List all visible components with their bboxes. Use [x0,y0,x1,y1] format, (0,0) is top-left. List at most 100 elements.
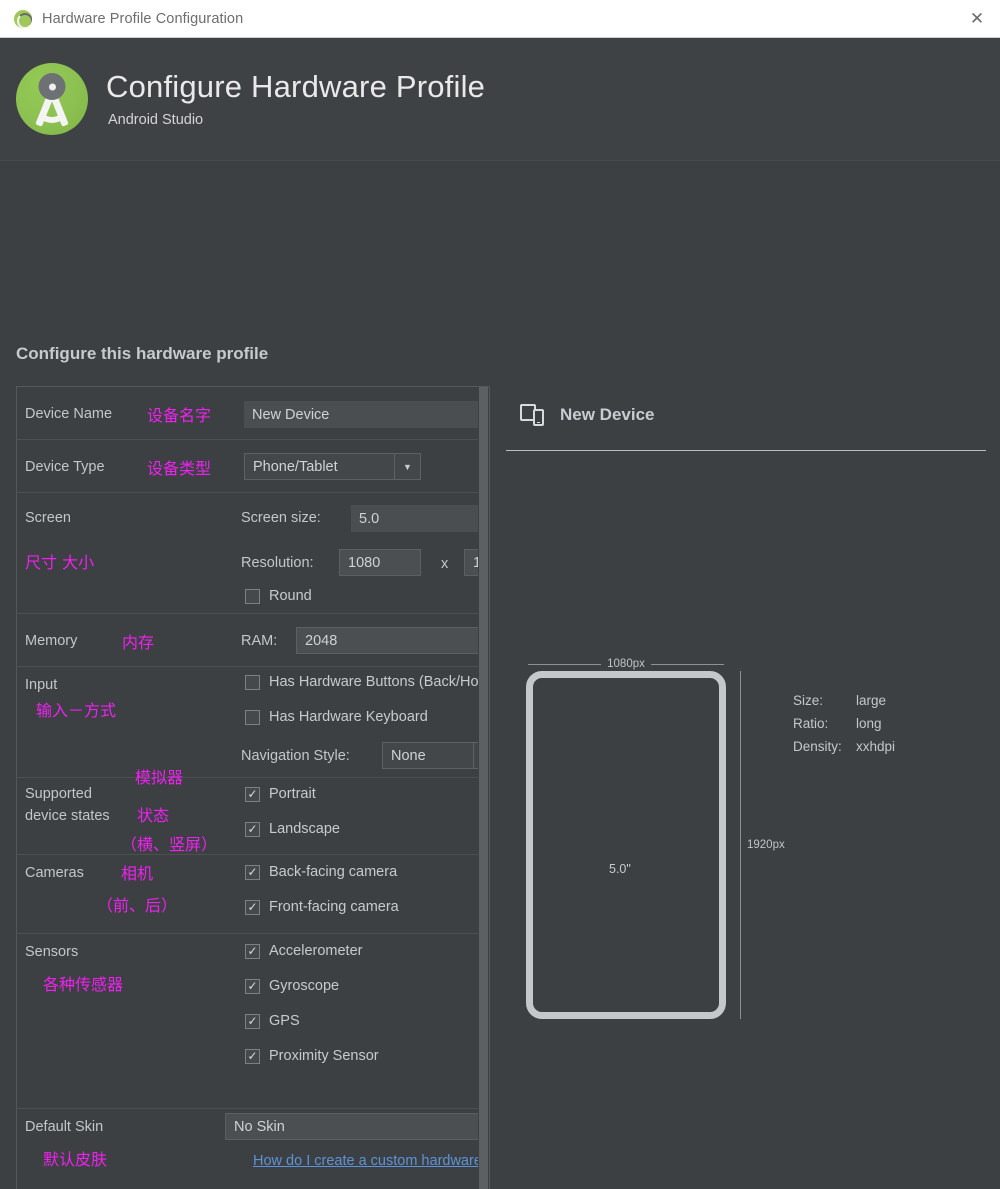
ram-label: RAM: [241,633,278,649]
row-screen: Screen 尺寸 大小 Screen size: 5.0 Resolution… [17,493,489,614]
hardware-profile-form: Device Name 设备名字 New Device Device Type … [16,386,490,1189]
hardware-buttons-label: Has Hardware Buttons (Back/Hom [269,674,490,690]
input-label: Input [25,677,58,693]
device-name-input[interactable]: New Device [244,401,489,428]
sensor-label: Proximity Sensor [269,1048,379,1064]
device-states-label-line1: Supported [25,786,92,802]
android-studio-logo [16,63,88,135]
spec-row: Ratio: long [793,712,895,735]
annotation-memory: 内存 [122,633,155,652]
portrait-checkbox[interactable]: ✓ Portrait [245,786,316,802]
checkbox-box: ✓ [245,1048,260,1064]
checkbox-box: ✓ [245,821,260,837]
page-title: Configure Hardware Profile [106,68,486,104]
default-skin-label: Default Skin [25,1119,104,1135]
resolution-label: Resolution: [241,555,314,571]
device-outline: 5.0" [526,671,726,1019]
device-height-value: 1920px [747,839,785,851]
portrait-label: Portrait [269,786,316,802]
hardware-keyboard-label: Has Hardware Keyboard [269,709,428,725]
proximity-sensor-checkbox[interactable]: ✓ Proximity Sensor [245,1048,379,1064]
annotation-cameras-1: 相机 [121,864,154,883]
resolution-width-input[interactable]: 1080 [339,549,421,576]
navigation-style-select[interactable]: None ▼ [382,742,489,769]
sensor-label: Accelerometer [269,943,363,959]
front-camera-checkbox[interactable]: ✓ Front-facing camera [245,899,399,915]
row-input: Input 输入－方式 ✓ Has Hardware Buttons (Back… [17,667,489,778]
annotation-input: 输入－方式 [36,701,117,720]
annotation-sensors: 各种传感器 [43,975,124,994]
scrollbar-thumb[interactable] [479,387,488,1189]
default-skin-select[interactable]: No Skin [225,1113,489,1140]
checkbox-box: ✓ [245,709,260,725]
landscape-checkbox[interactable]: ✓ Landscape [245,821,340,837]
device-diagonal-value: 5.0" [605,861,635,877]
checkbox-box: ✓ [245,864,260,880]
device-height-dimension: 1920px [740,671,785,1019]
checkbox-box: ✓ [245,588,260,604]
screen-size-input[interactable]: 5.0 [351,505,489,532]
device-type-select[interactable]: Phone/Tablet ▼ [244,453,421,480]
accelerometer-checkbox[interactable]: ✓ Accelerometer [245,943,362,959]
spec-row: Size: large [793,689,895,712]
custom-hardware-skin-link[interactable]: How do I create a custom hardware s [253,1153,489,1169]
row-device-states: Supported device states 模拟器 状态 （横、竖屏） ✓ … [17,768,489,855]
spec-row: Density: xxhdpi [793,735,895,758]
screen-size-value: 5.0 [359,510,380,527]
preview-divider [506,450,986,451]
annotation-device-states-2: 状态 [137,806,170,825]
page-subtitle: Android Studio [108,112,204,129]
checkbox-box: ✓ [245,674,260,690]
navigation-style-value: None [391,747,426,764]
row-device-type: Device Type 设备类型 Phone/Tablet ▼ [17,440,489,493]
hardware-buttons-checkbox[interactable]: ✓ Has Hardware Buttons (Back/Hom [245,674,490,690]
sensor-label: GPS [269,1013,300,1029]
annotation-device-name: 设备名字 [147,406,212,425]
form-vertical-scrollbar[interactable] [478,387,489,1189]
navigation-style-label: Navigation Style: [241,748,350,764]
annotation-default-skin: 默认皮肤 [43,1150,108,1169]
checkbox-box: ✓ [245,943,260,959]
back-camera-checkbox[interactable]: ✓ Back-facing camera [245,864,397,880]
preview-device-name: New Device [560,405,655,424]
resolution-width-value: 1080 [348,554,381,571]
row-memory: Memory 内存 RAM: 2048 [17,614,489,667]
dialog-banner: Configure Hardware Profile Android Studi… [0,38,1000,161]
device-name-value: New Device [252,406,330,423]
ram-input[interactable]: 2048 [296,627,485,654]
annotation-device-states-1: 模拟器 [135,768,184,787]
android-studio-icon [14,9,32,28]
annotation-cameras-2: （前、后） [97,896,178,915]
section-heading: Configure this hardware profile [16,344,269,363]
chevron-down-icon[interactable]: ▼ [394,454,420,479]
window-title: Hardware Profile Configuration [42,10,244,27]
spec-key: Ratio: [793,716,829,731]
round-label: Round [269,588,312,604]
hardware-keyboard-checkbox[interactable]: ✓ Has Hardware Keyboard [245,709,428,725]
screen-label: Screen [25,510,71,526]
row-default-skin: Default Skin 默认皮肤 No Skin How do I creat… [17,1109,489,1189]
cameras-label: Cameras [25,865,84,881]
front-camera-label: Front-facing camera [269,899,399,915]
memory-label: Memory [25,633,78,649]
checkbox-box: ✓ [245,786,260,802]
dialog-body: Configure this hardware profile Device N… [0,161,1000,1189]
back-camera-label: Back-facing camera [269,864,398,880]
gyroscope-checkbox[interactable]: ✓ Gyroscope [245,978,339,994]
device-type-value: Phone/Tablet [253,458,338,475]
close-icon[interactable]: ✕ [954,0,1000,37]
screen-size-label: Screen size: [241,510,321,526]
annotation-device-type: 设备类型 [147,459,212,478]
device-type-label: Device Type [25,459,105,475]
default-skin-value: No Skin [234,1118,285,1135]
spec-value: xxhdpi [856,739,896,754]
preview-header: New Device [520,404,655,426]
gps-checkbox[interactable]: ✓ GPS [245,1013,300,1029]
annotation-device-states-3: （横、竖屏） [121,835,218,854]
device-preview: 1080px 5.0" 1920px [526,658,785,1019]
ram-value: 2048 [305,632,338,649]
spec-value: long [856,716,882,731]
sensors-label: Sensors [25,944,79,960]
resolution-separator: x [441,556,449,572]
round-checkbox[interactable]: ✓ Round [245,588,312,604]
